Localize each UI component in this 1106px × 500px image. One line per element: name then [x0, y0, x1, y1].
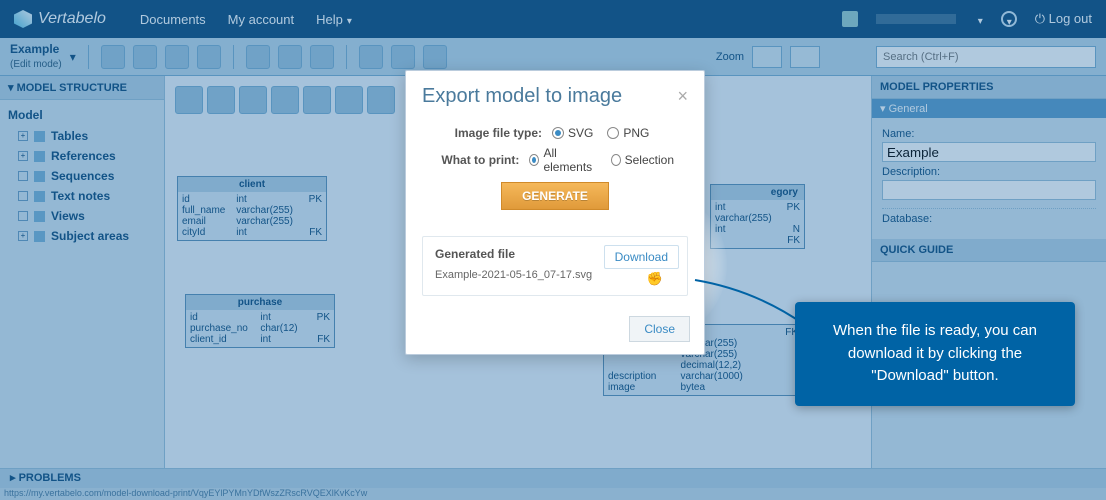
tb-icon-3[interactable] [165, 45, 189, 69]
tb-icon-4[interactable] [197, 45, 221, 69]
model-properties-header[interactable]: MODEL PROPERTIES [872, 76, 1106, 99]
tb-icon-9[interactable] [391, 45, 415, 69]
model-structure-header[interactable]: ▾ MODEL STRUCTURE [0, 76, 164, 100]
search-input[interactable] [876, 46, 1096, 68]
canvas-tool-5[interactable] [303, 86, 331, 114]
generate-button[interactable]: GENERATE [501, 182, 609, 210]
prop-database-label: Database: [882, 213, 1096, 225]
tree-item-text-notes[interactable]: Text notes [18, 186, 156, 206]
canvas-tool-3[interactable] [239, 86, 267, 114]
user-menu-caret[interactable] [974, 12, 983, 27]
nav-documents[interactable]: Documents [140, 12, 206, 27]
radio-png[interactable] [607, 127, 619, 139]
right-panel: MODEL PROPERTIES ▾ General Name: Descrip… [871, 76, 1106, 478]
brand-name: Vertabelo [38, 10, 106, 28]
generated-filename: Example-2021-05-16_07-17.svg [435, 269, 675, 281]
model-tree: Model +Tables +References Sequences Text… [0, 100, 164, 250]
nav-right: ⏻ Log out [842, 11, 1106, 27]
nav-my-account[interactable]: My account [228, 12, 294, 27]
canvas-tool-2[interactable] [207, 86, 235, 114]
canvas-tool-pointer[interactable] [175, 86, 203, 114]
user-avatar-icon[interactable] [842, 11, 858, 27]
tb-icon-1[interactable] [101, 45, 125, 69]
filetype-label: Image file type: [422, 126, 542, 140]
modal-close-x-icon[interactable]: × [677, 86, 688, 107]
general-subsection[interactable]: ▾ General [872, 99, 1106, 118]
nav-links: Documents My account Help [140, 12, 352, 27]
generated-file-box: Generated file Download ✊ Example-2021-0… [422, 236, 688, 296]
nav-help[interactable]: Help [316, 12, 352, 27]
tb-icon-8[interactable] [359, 45, 383, 69]
erm-table-purchase[interactable]: purchase idintPK purchase_nochar(12) cli… [185, 294, 335, 348]
canvas-tool-4[interactable] [271, 86, 299, 114]
top-nav: Vertabelo Documents My account Help ⏻ Lo… [0, 0, 1106, 38]
quick-guide-header[interactable]: QUICK GUIDE [872, 239, 1106, 262]
nav-logout[interactable]: ⏻ Log out [1035, 11, 1092, 27]
tb-icon-6[interactable] [278, 45, 302, 69]
erm-table-category[interactable]: egory intPK varchar(255) intN FK [710, 184, 805, 249]
radio-selection[interactable] [611, 154, 621, 166]
export-modal: Export model to image × Image file type:… [405, 70, 705, 355]
canvas-tool-7[interactable] [367, 86, 395, 114]
zoom-mode-2[interactable] [790, 46, 820, 68]
tb-icon-10[interactable] [423, 45, 447, 69]
canvas-tool-row [175, 86, 395, 114]
tree-item-views[interactable]: Views [18, 206, 156, 226]
status-bar: https://my.vertabelo.com/model-download-… [0, 488, 1106, 500]
tb-icon-2[interactable] [133, 45, 157, 69]
prop-description-input[interactable] [882, 180, 1096, 200]
download-button[interactable]: Download [604, 245, 679, 269]
chat-icon[interactable] [1001, 11, 1017, 27]
left-panel: ▾ MODEL STRUCTURE Model +Tables +Referen… [0, 76, 165, 478]
close-button[interactable]: Close [629, 316, 690, 342]
modal-title: Export model to image [422, 85, 622, 108]
print-label: What to print: [422, 153, 519, 167]
tutorial-callout: When the file is ready, you can download… [795, 302, 1075, 406]
callout-text: When the file is ready, you can download… [833, 322, 1037, 384]
tb-icon-5[interactable] [246, 45, 270, 69]
erm-table-client[interactable]: client idintPK full_namevarchar(255) ema… [177, 176, 327, 241]
tree-item-tables[interactable]: +Tables [18, 126, 156, 146]
tree-item-subject-areas[interactable]: +Subject areas [18, 226, 156, 246]
radio-svg[interactable] [552, 127, 564, 139]
zoom-label: Zoom [716, 51, 744, 63]
user-name-placeholder [876, 14, 956, 24]
tb-icon-7[interactable] [310, 45, 334, 69]
prop-name-label: Name: [882, 128, 1096, 140]
tree-item-references[interactable]: +References [18, 146, 156, 166]
model-title[interactable]: Example(Edit mode) [10, 43, 62, 69]
tree-root[interactable]: Model [8, 108, 156, 122]
zoom-mode-1[interactable] [752, 46, 782, 68]
prop-name-input[interactable] [882, 142, 1096, 162]
brand-logo[interactable]: Vertabelo [0, 10, 120, 28]
cursor-hand-icon: ✊ [647, 271, 663, 287]
tree-item-sequences[interactable]: Sequences [18, 166, 156, 186]
radio-all-elements[interactable] [529, 154, 539, 166]
prop-description-label: Description: [882, 166, 1096, 178]
logo-icon [14, 10, 32, 28]
problems-bar[interactable]: ▸ PROBLEMS [0, 468, 1106, 488]
canvas-tool-6[interactable] [335, 86, 363, 114]
